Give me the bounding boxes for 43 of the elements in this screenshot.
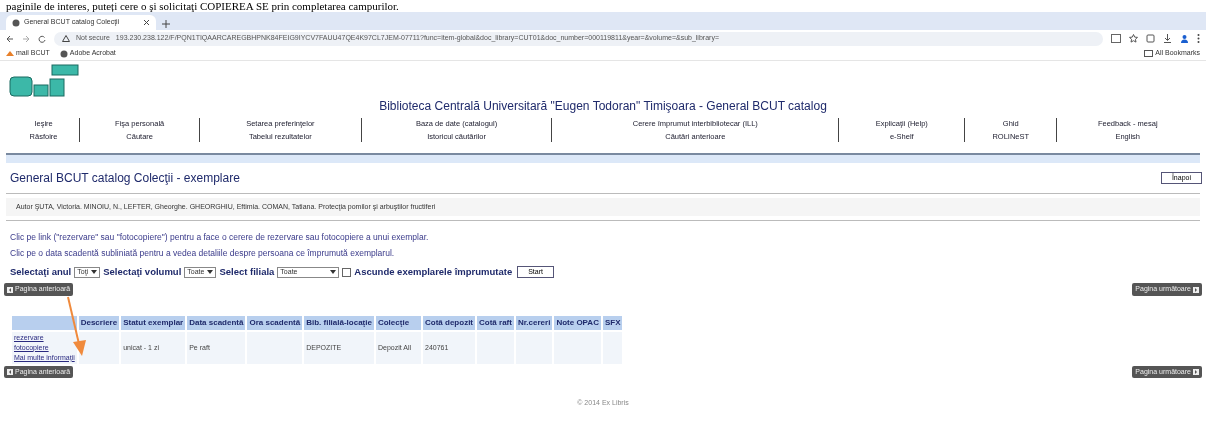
right-arrow-icon <box>1193 286 1199 293</box>
caret-icon <box>207 270 214 275</box>
star-icon[interactable] <box>1129 34 1138 43</box>
reload-icon[interactable] <box>38 34 46 43</box>
back-arrow-icon[interactable] <box>6 34 14 43</box>
folder-icon <box>1144 50 1154 57</box>
plus-icon[interactable] <box>162 20 170 28</box>
warning-icon <box>62 35 70 42</box>
profile-icon[interactable] <box>1180 34 1189 43</box>
column-header: Note OPAC <box>554 315 601 330</box>
filter-label: Selectaţi anul <box>10 265 72 279</box>
globe-icon <box>12 18 20 27</box>
right-arrow-icon <box>1193 369 1199 375</box>
column-header: SFX <box>602 315 623 330</box>
caret-icon <box>91 270 98 275</box>
column-header: Cotă raft <box>477 315 514 330</box>
translate-icon[interactable] <box>1111 34 1121 43</box>
column-header: Data scadentă <box>187 315 246 330</box>
checkbox[interactable] <box>342 267 352 277</box>
bookmark-icon <box>6 50 14 57</box>
checkbox-label: Ascunde exemplarele împrumutate <box>354 265 513 279</box>
instruction-text: Clic pe o data scadentă subliniată pentru a vedea detaliile despre persoana ce împrumută exemplarul. <box>9 247 396 260</box>
puzzle-icon[interactable] <box>1146 34 1155 43</box>
download-icon[interactable] <box>1163 34 1172 43</box>
column-header: Nr.cereri <box>515 315 553 330</box>
filter-label: Selectaţi volumul <box>103 265 182 279</box>
globe-icon <box>59 49 68 58</box>
column-header: Ora scadentă <box>247 315 303 330</box>
left-arrow-icon <box>7 369 13 375</box>
menu-icon[interactable] <box>1197 34 1200 43</box>
filter-label: Select filiala <box>219 265 275 279</box>
column-header: Colecţie <box>375 315 422 330</box>
document-text: paginile de interes, puteți cere o şi solicitaţi COPIEREA SE prin completarea campurilor. <box>5 0 400 12</box>
column-header: Descriere <box>78 315 120 330</box>
column-header: Statut exemplar <box>121 315 186 330</box>
instruction-text: Clic pe link ("rezervare" sau "fotocopiere") pentru a face o cerere de rezervare sau fotocopiere a unui exemplar. <box>9 231 430 244</box>
column-header: Cotă depozit <box>423 315 476 330</box>
column-header: Bib. filială-locaţie <box>304 315 374 330</box>
close-icon[interactable] <box>143 19 150 26</box>
caret-icon <box>330 270 337 275</box>
site-title: Biblioteca Centrală Universitară "Eugen Todoran" Timişoara - General BCUT catalog <box>378 98 828 115</box>
left-arrow-icon <box>7 286 13 293</box>
page-heading: General BCUT catalog Colecţii - exemplare <box>9 169 241 187</box>
